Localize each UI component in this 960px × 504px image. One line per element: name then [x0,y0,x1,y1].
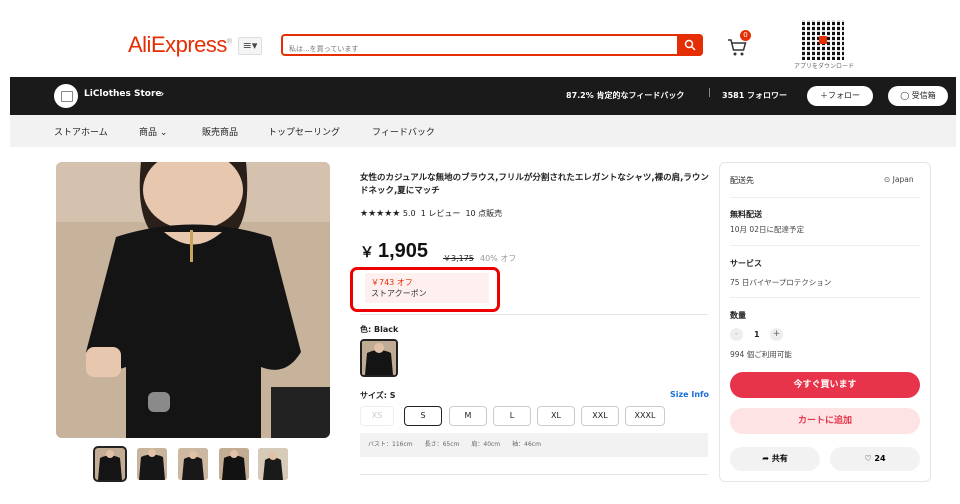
chevron-down-icon: ⌄ [159,128,168,138]
cart-count-badge: 0 [740,30,751,41]
divider [360,314,708,315]
thumbnail[interactable] [137,448,167,480]
delivery-date: 10月 02日に配達予定 [730,225,804,234]
chat-icon: ◯ [900,91,912,100]
divider [730,245,920,246]
highlight-annotation [350,267,500,312]
add-to-cart-button[interactable]: カートに追加 [730,408,920,434]
thumbnail[interactable] [178,448,208,480]
divider [730,297,920,298]
color-swatch-black[interactable] [360,339,398,377]
service-value: 75 日バイヤープロテクション [730,278,832,287]
product-main-image[interactable] [56,162,330,438]
site-header: AliExpress® ≡▾ 0 アプリをダウンロード [0,0,960,76]
store-nav: ストアホーム 商品 ⌄ 販売商品 トップセーリング フィードバック [10,115,956,147]
current-price: ￥ 1,905 [360,240,429,262]
size-option-xxl[interactable]: XXL [581,406,619,426]
chevron-right-icon[interactable]: › [160,87,164,100]
buy-now-button[interactable]: 今すぐ買います [730,372,920,398]
size-measurements: バスト：116cm 長さ：65cm 肩：40cm 袖：46cm [360,433,708,457]
qr-code-icon[interactable] [802,20,844,60]
size-label: サイズ: S [360,391,396,400]
divider [730,197,920,198]
rating-summary[interactable]: ★★★★★ 5.0 1 レビュー 10 点販売 [360,208,502,219]
size-option-l[interactable]: L [493,406,531,426]
store-name-link[interactable]: LiClothes Store [84,89,162,99]
message-button[interactable]: ◯ 受信箱 [888,86,948,106]
cart-button[interactable]: 0 [726,30,751,58]
quantity-increase-button[interactable]: + [770,328,783,341]
thumbnail[interactable] [219,448,249,480]
follow-button[interactable]: ＋フォロー [807,86,873,106]
share-icon: ➦ [762,454,772,463]
purchase-panel: 配送先 ⊙ Japan 無料配送 10月 02日に配達予定 サービス 75 日バ… [719,162,931,482]
original-price: ￥3,175 [443,254,474,263]
store-icon[interactable] [54,84,78,108]
blouse-photo [56,162,330,438]
message-label: 受信箱 [911,91,936,100]
divider: | [708,88,712,98]
sold-count: 10 点販売 [465,209,503,218]
thumbnail[interactable] [93,446,127,482]
share-button[interactable]: ➦ 共有 [730,447,820,471]
size-info-link[interactable]: Size Info [670,390,709,399]
size-option-xl[interactable]: XL [537,406,575,426]
shipping-title: 無料配送 [730,210,762,219]
heart-icon: ♡ [864,454,875,463]
share-label: 共有 [771,454,788,463]
divider [360,474,708,475]
thumbnail[interactable] [258,448,288,480]
search-input[interactable] [283,40,675,58]
color-label: 色: Black [360,325,399,334]
quantity-value[interactable]: 1 [754,330,760,339]
discount-badge: 40% オフ [480,254,517,263]
favorite-button[interactable]: ♡ 24 [830,447,920,471]
service-title: サービス [730,259,762,268]
app-download-caption: アプリをダウンロード [794,63,855,70]
size-option-xs[interactable]: XS [360,406,394,426]
ship-to-label: 配送先 [730,176,754,185]
search-icon [684,39,696,51]
product-title: 女性のカジュアルな無地のブラウス,フリルが分割されたエレガントなシャツ,裸の肩,… [360,173,709,196]
store-followers: 3581 フォロワー [722,91,788,100]
product-page: AliExpress® ≡▾ 0 アプリをダウンロード LiClothes St… [0,0,960,504]
rating-value: 5.0 [402,209,416,218]
favorite-count: 24 [874,454,886,463]
ship-to-country[interactable]: ⊙ Japan [884,175,914,184]
search-button[interactable] [677,34,703,56]
aliexpress-logo[interactable]: AliExpress® [128,32,232,58]
search-box [281,34,703,58]
stock-available: 994 個ご利用可能 [730,350,792,359]
nav-sale-items[interactable]: 販売商品 [202,125,238,138]
quantity-title: 数量 [730,311,746,320]
nav-feedback[interactable]: フィードバック [372,125,435,138]
nav-store-home[interactable]: ストアホーム [54,125,108,138]
quantity-decrease-button[interactable]: - [730,328,743,341]
size-option-s[interactable]: S [404,406,442,426]
store-feedback: 87.2% 肯定的なフィードバック [566,91,685,100]
rating-stars: ★★★★★ [360,209,401,219]
size-option-m[interactable]: M [449,406,487,426]
nav-products[interactable]: 商品 ⌄ [139,125,167,138]
review-count[interactable]: 1 レビュー [421,209,461,218]
location-icon: ⊙ [884,175,893,184]
nav-top-selling[interactable]: トップセーリング [268,125,340,138]
store-bar: LiClothes Store › 87.2% 肯定的なフィードバック | 35… [10,77,956,115]
category-menu-button[interactable]: ≡▾ [238,37,262,55]
size-option-xxxl[interactable]: XXXL [625,406,665,426]
